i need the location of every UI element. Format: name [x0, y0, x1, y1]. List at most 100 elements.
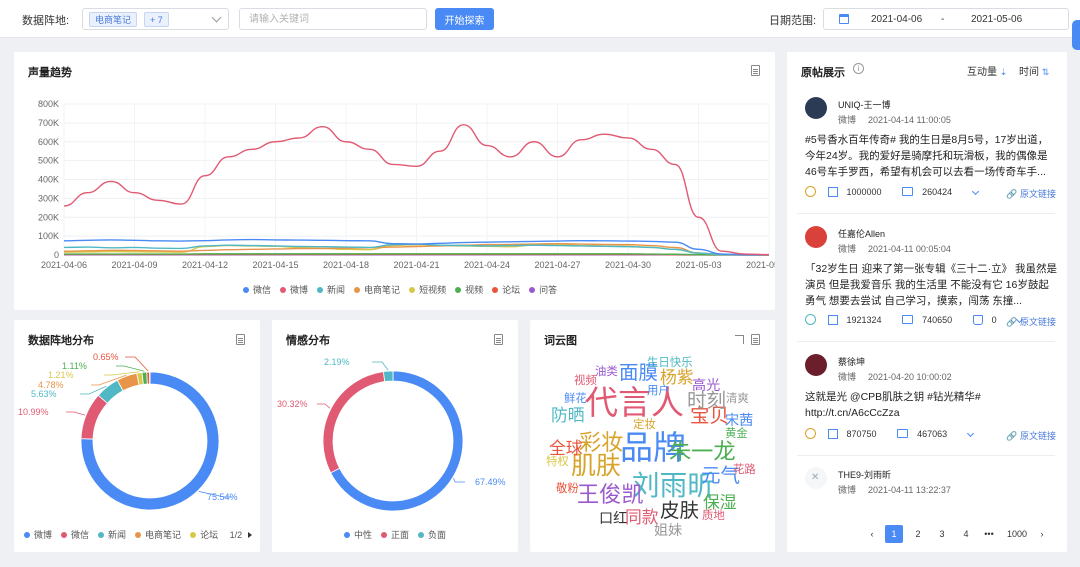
donut-slice[interactable]	[382, 370, 394, 383]
date-separator: -	[941, 14, 945, 25]
divider	[797, 455, 1055, 456]
date-end[interactable]: 2021-05-06	[971, 14, 1022, 25]
original-link[interactable]: 🔗 原文链接	[1006, 429, 1056, 442]
page-button[interactable]: 3	[933, 525, 951, 543]
legend-item[interactable]: 微博	[24, 528, 52, 541]
share-icon	[827, 428, 838, 439]
date-start[interactable]: 2021-04-06	[871, 14, 922, 25]
legend-item[interactable]: 电商笔记	[135, 528, 181, 541]
cloud-word[interactable]: 防晒	[551, 407, 585, 425]
legend-item[interactable]: 视频	[455, 283, 483, 296]
sort-time-button[interactable]: 时间 ⇅	[1019, 63, 1049, 78]
sentiment-icon	[805, 314, 816, 326]
chevron-down-icon[interactable]	[971, 188, 979, 196]
cloud-word[interactable]: 宋茜	[725, 413, 753, 427]
next-page-icon[interactable]: ›	[1033, 525, 1051, 543]
post-user[interactable]: THE9-刘雨昕	[838, 468, 891, 481]
cloud-word[interactable]: 鲜花	[564, 393, 587, 405]
cloud-word[interactable]: 定妆	[633, 419, 656, 431]
cloud-word[interactable]: 油类	[595, 366, 618, 378]
legend-dot	[190, 532, 197, 538]
date-label: 日期范围:	[769, 15, 817, 27]
cloud-word[interactable]: 用户	[647, 385, 670, 397]
sentiment-card: 情感分布 67.49% 30.32% 2.19% 中性 正面 负面	[272, 320, 518, 552]
legend-item[interactable]: 正面	[381, 528, 409, 541]
chevron-down-icon[interactable]	[966, 430, 974, 438]
legend-item[interactable]: 微博	[280, 283, 308, 296]
post-user[interactable]: UNIQ-王一博	[838, 98, 891, 111]
original-link[interactable]: 🔗 原文链接	[1006, 187, 1056, 200]
donut-slice[interactable]	[80, 394, 108, 440]
legend-item[interactable]: 微信	[61, 528, 89, 541]
legend-item[interactable]: 问答	[529, 283, 557, 296]
cloud-word[interactable]: 皮肤	[660, 501, 699, 522]
legend-dot	[61, 532, 68, 538]
cloud-word[interactable]: 彩妆	[579, 431, 623, 454]
original-link[interactable]: 🔗 原文链接	[1006, 315, 1056, 328]
divider	[797, 341, 1055, 342]
legend-item[interactable]: 新闻	[98, 528, 126, 541]
cloud-word[interactable]: 特权	[546, 456, 569, 468]
cloud-word[interactable]: 口红	[599, 511, 627, 525]
donut-slice[interactable]	[322, 371, 386, 474]
legend-item[interactable]: 短视频	[409, 283, 446, 296]
post-time: 2021-04-20 10:00:02	[868, 372, 952, 382]
chevron-down-icon[interactable]	[211, 12, 222, 23]
post-user[interactable]: 任嘉伦Allen	[838, 227, 885, 240]
date-range-picker[interactable]: 2021-04-06 - 2021-05-06	[823, 8, 1069, 30]
cloud-word[interactable]: 视频	[574, 375, 597, 387]
cloud-word[interactable]: 姐妹	[654, 523, 682, 537]
cloud-word[interactable]: 时刻	[687, 391, 726, 412]
legend-next-icon[interactable]	[247, 532, 252, 538]
page-button[interactable]: 1000	[1003, 525, 1031, 543]
keyword-input[interactable]	[239, 8, 427, 30]
source-select[interactable]: 电商笔记 + 7	[82, 8, 229, 30]
export-icon[interactable]	[751, 334, 760, 345]
y-tick-label: 800K	[38, 99, 59, 109]
cloud-word[interactable]: 敬粉	[556, 483, 579, 495]
page-button[interactable]: 1	[885, 525, 903, 543]
legend-item[interactable]: 论坛	[492, 283, 520, 296]
sort-interaction-button[interactable]: 互动量 ⇣	[967, 63, 1007, 78]
post-user[interactable]: 蔡徐坤	[838, 355, 865, 368]
legend-item[interactable]: 中性	[344, 528, 372, 541]
cloud-word[interactable]: 朱一龙	[669, 440, 736, 463]
legend-label: 论坛	[200, 530, 219, 540]
legend-item[interactable]: 电商笔记	[354, 283, 400, 296]
share-count: 1000000	[846, 186, 882, 197]
legend-label: 微信	[253, 285, 272, 295]
trend-line-chart: 0 100K 200K 300K 400K 500K 600K 700K 800K 2021-04…	[38, 99, 775, 270]
legend-item[interactable]: 微信	[243, 283, 271, 296]
expand-icon[interactable]	[735, 335, 744, 344]
page-button[interactable]: 4	[957, 525, 975, 543]
page-ellipsis[interactable]: •••	[980, 525, 998, 543]
cloud-word[interactable]: 生日快乐	[647, 357, 693, 369]
cloud-word[interactable]: 清爽	[726, 393, 749, 405]
post-actions: 1921324 740650 0	[805, 314, 1031, 326]
y-tick-label: 200K	[38, 212, 59, 222]
share-count: 870750	[846, 428, 877, 439]
platform-card: 数据阵地分布 75.54% 10.99% 5.63% 4.78% 1.21% 1.11% 0…	[14, 320, 260, 552]
source-tag[interactable]: 电商笔记	[89, 12, 138, 27]
avatar: ✕	[805, 467, 827, 489]
data-label: 5.63%	[31, 389, 57, 399]
cloud-word[interactable]: 质地	[702, 510, 725, 522]
post-meta: 微博 2021-04-20 10:00:02	[838, 370, 964, 383]
legend-dot	[354, 287, 361, 293]
cloud-word[interactable]: 高光	[692, 378, 720, 392]
legend-item[interactable]: 负面	[418, 528, 446, 541]
side-panel-tab[interactable]	[1072, 20, 1080, 50]
cloud-word[interactable]: 王俊凯	[577, 483, 644, 506]
post-time: 2021-04-11 00:05:04	[868, 244, 951, 254]
legend-item[interactable]: 论坛	[190, 528, 218, 541]
prev-page-icon[interactable]: ‹	[863, 525, 881, 543]
legend-page: 1/2	[229, 530, 243, 540]
legend-label: 视频	[465, 285, 484, 295]
original-link-label: 原文链接	[1019, 189, 1056, 199]
info-icon[interactable]: i	[853, 63, 864, 74]
page-button[interactable]: 2	[909, 525, 927, 543]
legend-item[interactable]: 新闻	[317, 283, 345, 296]
cloud-word[interactable]: 花路	[733, 464, 756, 476]
search-button[interactable]: 开始探索	[435, 8, 494, 30]
cloud-word[interactable]: 黄金	[725, 428, 748, 440]
